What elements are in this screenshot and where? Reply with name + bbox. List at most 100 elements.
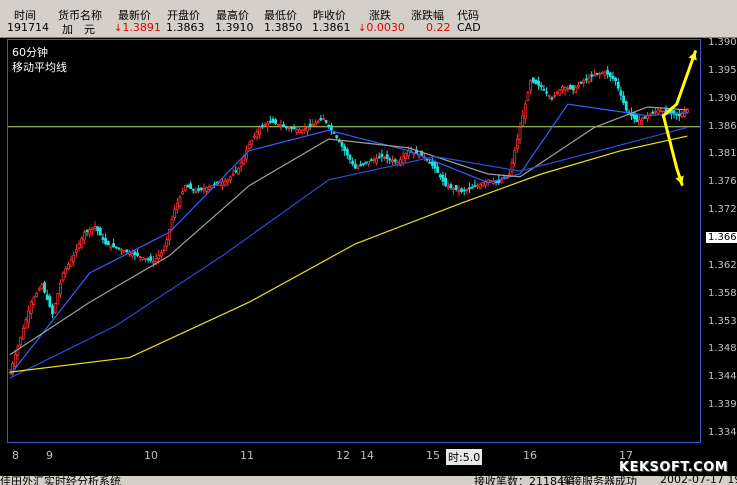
candle-body [109,245,113,249]
quote-value-high: 1.3910 [215,21,254,34]
candle-body [21,327,25,340]
candle-body [16,345,20,356]
ma-line-3 [9,126,688,379]
quote-value-open: 1.3863 [166,21,205,34]
candle-body [27,310,30,324]
candle-body [359,164,363,167]
candle-body [88,228,92,235]
candle-body [316,121,320,123]
candle-body [563,86,567,91]
ma-line-2 [9,106,688,356]
candle-body [449,184,453,188]
y-axis: 1.390 1.395 1.390 1.386 1.381 1.376 1.372 1.366… [702,37,737,449]
candle-body [266,122,270,128]
candle-body [385,154,389,159]
candle-body [433,161,437,169]
candle-body [229,176,232,181]
candle-body [643,116,647,119]
y-tick-label: 1.390 [708,92,737,104]
candle-body [430,161,434,166]
candle-body [577,84,580,88]
status-connection: 连接服务器成功 [560,476,637,485]
candle-body [287,127,291,130]
candle-body [35,293,38,298]
candle-body [252,135,256,138]
y-tick-label: 1.381 [708,148,737,160]
candle-body [292,126,296,130]
candle-body [478,183,482,189]
candle-body [221,181,224,186]
y-tick-label: 1.344 [708,371,737,383]
candle-body [452,188,455,190]
candle-body [260,125,264,128]
y-tick-label: 1.395 [708,64,737,76]
candle-body [75,249,78,253]
candle-body [345,149,349,156]
candle-body [45,294,49,300]
candle-body [77,243,81,249]
candle-body [521,115,525,127]
candle-body [114,246,118,249]
candle-body [51,305,54,315]
candle-body [656,109,660,114]
candle-body [189,183,193,189]
candle-body [624,101,628,111]
candle-body [375,158,378,164]
candle-body [258,126,262,135]
candle-body [308,123,312,127]
candle-body [401,156,405,164]
candle-body [175,202,179,210]
candle-body [510,161,514,173]
candle-body [72,255,76,262]
candle-body [141,257,145,260]
candle-body [436,166,440,173]
candle-body [651,112,655,114]
candle-body [622,95,625,104]
candle-body [481,182,485,187]
candle-body [582,80,586,84]
candle-body [547,94,551,97]
y-tick-label: 1.358 [708,287,737,299]
candle-body [587,77,591,83]
candle-body [152,260,155,264]
candle-body [356,166,360,169]
x-tick-label: 8 [12,449,19,462]
candle-body [104,238,108,245]
y-tick-label: 1.362 [708,259,737,271]
candle-body [598,73,602,75]
candle-body [566,87,570,90]
candle-body [125,249,129,253]
y-tick-label: 1.339 [708,399,737,411]
candle-body [319,118,323,121]
candle-body [181,191,185,195]
candle-body [173,208,177,218]
y-tick-label: 1.376 [708,176,737,188]
candle-body [470,186,474,189]
candle-body [539,84,543,88]
candle-body [654,110,657,113]
candle-body [616,81,620,89]
candle-body [234,170,238,173]
quote-value-prev-close: 1.3861 [312,21,351,34]
candle-body [595,72,599,75]
x-tick-label: 14 [360,449,374,462]
candle-body [13,354,17,367]
candle-body [574,86,578,93]
candle-body [494,180,498,183]
x-cursor-label: 时:5.0 [446,449,483,465]
candle-body [372,159,376,161]
candle-body [377,156,381,159]
candle-body [247,144,251,150]
candle-body [311,124,315,126]
chart-canvas[interactable] [8,40,700,442]
price-chart[interactable]: 60分钟 移动平均线 [7,39,701,443]
candle-body [468,187,471,190]
candle-body [500,180,503,184]
candle-body [271,118,275,123]
candle-body [438,174,442,178]
quote-value-last: 1.3891 [122,21,161,34]
x-tick-label: 16 [523,449,537,462]
candle-body [197,188,200,191]
quote-bar: 时间 191714 货币名称 加 元 最新价 ↓1.3891 开盘价 1.386… [0,0,737,38]
candle-body [531,77,535,83]
